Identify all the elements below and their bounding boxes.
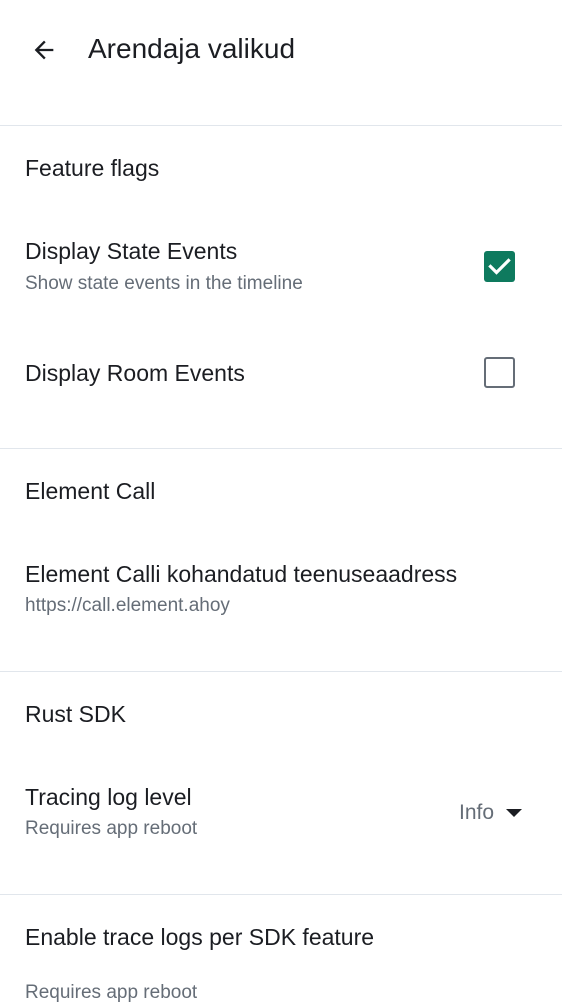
display-state-events-label: Display State Events [25,238,238,264]
top-app-bar: Arendaja valikud [0,0,562,100]
display-room-events-row[interactable]: Display Room Events [0,320,562,426]
divider [0,671,562,672]
display-state-events-row[interactable]: Display State Events Show state events i… [0,212,562,320]
display-state-events-description: Show state events in the timeline [25,273,303,294]
tracing-log-level-label: Tracing log level [25,784,192,810]
divider [0,125,562,126]
tracing-log-level-description: Requires app reboot [25,818,198,839]
element-call-url-label: Element Calli kohandatud teenuseaadress [25,561,458,587]
arrow-back-icon [34,40,54,60]
section-header-rust-sdk: Rust SDK [25,701,126,727]
display-room-events-label: Display Room Events [25,360,245,386]
page-title: Arendaja valikud [88,33,296,64]
section-header-element-call: Element Call [25,478,156,504]
divider [0,894,562,895]
back-button[interactable] [22,28,66,72]
checkmark-icon [488,258,511,275]
divider [0,448,562,449]
display-room-events-checkbox[interactable] [484,357,515,388]
trace-logs-row[interactable]: Enable trace logs per SDK feature Requir… [0,905,562,1003]
section-header-feature-flags: Feature flags [25,155,160,181]
display-state-events-checkbox[interactable] [484,251,515,282]
tracing-log-level-dropdown[interactable]: Info [452,796,523,830]
tracing-log-level-value: Info [459,801,495,824]
element-call-url-row[interactable]: Element Calli kohandatud teenuseaadress … [0,535,562,643]
element-call-url-value: https://call.element.ahoy [25,595,230,616]
dropdown-arrow-icon [506,809,523,817]
trace-logs-description: Requires app reboot [25,982,198,1003]
section-header-trace-logs: Enable trace logs per SDK feature [25,924,375,950]
